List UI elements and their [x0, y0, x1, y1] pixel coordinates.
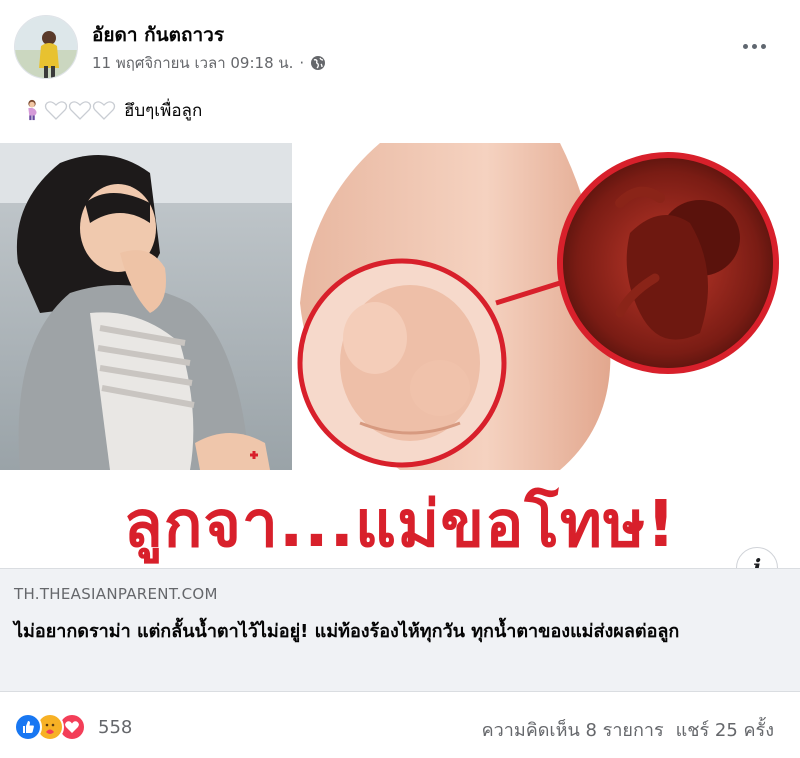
like-icon — [14, 713, 42, 741]
post-caption: ฮึบๆเพื่อลูก — [18, 96, 202, 124]
more-options-icon[interactable] — [736, 28, 772, 64]
meta-separator: · — [299, 54, 305, 72]
facebook-post: อัยดา กันตถาวร 11 พฤศจิกายน เวลา 09:18 น… — [0, 0, 800, 758]
globe-icon[interactable] — [310, 55, 326, 71]
post-timestamp[interactable]: 11 พฤศจิกายน เวลา 09:18 น. — [92, 51, 293, 75]
post-meta: 11 พฤศจิกายน เวลา 09:18 น. · — [92, 51, 326, 75]
reaction-summary[interactable]: 558 — [14, 713, 132, 741]
link-domain: TH.THEASIANPARENT.COM — [14, 585, 218, 603]
shared-image[interactable]: ลูกจา...แม่ขอโทษ! — [0, 143, 800, 568]
comments-count[interactable]: ความคิดเห็น 8 รายการ — [482, 715, 664, 744]
white-heart-emoji — [92, 101, 116, 120]
shares-count[interactable]: แชร์ 25 ครั้ง — [676, 715, 774, 744]
engagement-stats: ความคิดเห็น 8 รายการ แชร์ 25 ครั้ง — [482, 715, 774, 744]
pregnant-woman-emoji — [28, 99, 37, 121]
link-title[interactable]: ไม่อยากดราม่า แต่กลั้นน้ำตาไว้ไม่อยู่! แ… — [14, 617, 774, 647]
author-name[interactable]: อัยดา กันตถาวร — [92, 20, 224, 50]
author-avatar[interactable] — [14, 15, 78, 79]
avatar-photo — [15, 16, 77, 78]
link-preview[interactable]: TH.THEASIANPARENT.COM ไม่อยากดราม่า แต่ก… — [0, 568, 800, 692]
white-heart-emoji — [68, 101, 92, 120]
reaction-count[interactable]: 558 — [98, 717, 132, 738]
caption-text: ฮึบๆเพื่อลูก — [124, 100, 203, 121]
white-heart-emoji — [44, 101, 68, 120]
image-headline: ลูกจา...แม่ขอโทษ! — [123, 488, 677, 562]
caption-emojis — [20, 99, 116, 121]
article-illustration — [0, 143, 800, 470]
